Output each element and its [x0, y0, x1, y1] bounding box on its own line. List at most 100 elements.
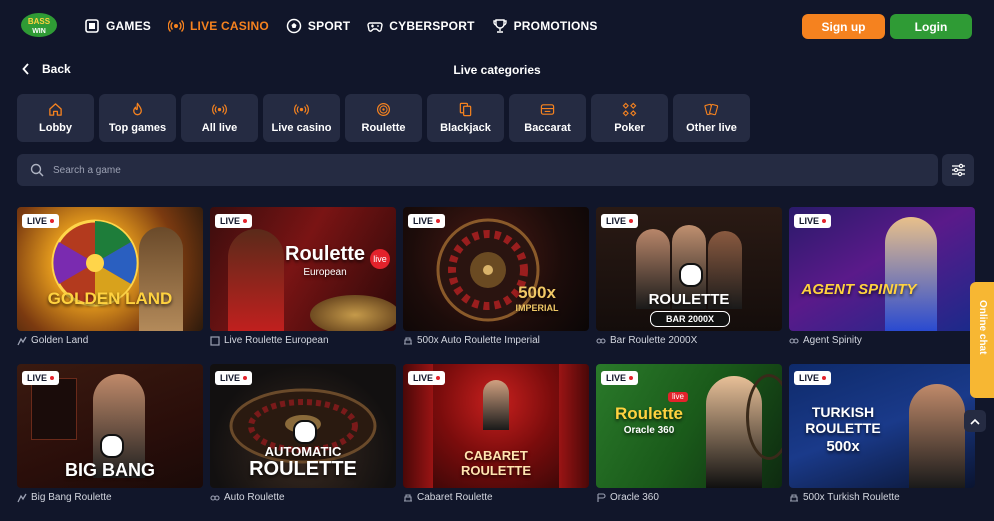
live-badge-label: LIVE: [413, 373, 434, 383]
host-figure: [885, 217, 937, 331]
game-art-title: AGENT SPINITY: [801, 281, 917, 298]
chevron-left-icon: [22, 63, 29, 75]
card-fan-icon: [704, 103, 719, 116]
scroll-top-button[interactable]: [964, 410, 986, 432]
broadcast-icon: [212, 104, 227, 115]
search-input[interactable]: [51, 163, 915, 177]
nav-cybersport[interactable]: CYBERSPORT: [367, 18, 474, 34]
category-label: Baccarat: [524, 122, 571, 134]
category-all-live[interactable]: All live: [181, 94, 258, 142]
live-dot-icon: [50, 219, 55, 223]
game-title[interactable]: Agent Spinity: [789, 335, 862, 346]
game-thumbnail[interactable]: AUTOMATIC ROULETTE LIVE: [210, 364, 396, 488]
filter-button[interactable]: [942, 154, 974, 186]
game-card[interactable]: Roulette European live LIVE Live Roulett…: [210, 207, 396, 364]
nav-games[interactable]: GAMES: [84, 18, 151, 34]
category-other-live[interactable]: Other live: [673, 94, 750, 142]
live-dot-icon: [629, 219, 634, 223]
game-title[interactable]: Auto Roulette: [210, 492, 285, 503]
live-badge-label: LIVE: [799, 373, 820, 383]
games-icon: [85, 19, 99, 33]
game-title-label: Big Bang Roulette: [31, 492, 112, 503]
game-thumbnail[interactable]: TURKISH ROULETTE 500x LIVE: [789, 364, 975, 488]
game-thumbnail[interactable]: CABARET ROULETTE LIVE: [403, 364, 589, 488]
game-title[interactable]: Oracle 360: [596, 492, 659, 503]
category-poker[interactable]: Poker: [591, 94, 668, 142]
trophy-icon: [492, 19, 507, 33]
game-title[interactable]: 500x Auto Roulette Imperial: [403, 335, 540, 346]
signup-button[interactable]: Sign up: [802, 14, 885, 39]
live-badge-label: LIVE: [413, 216, 434, 226]
game-thumbnail[interactable]: ROULETTE BAR 2000X LIVE: [596, 207, 782, 331]
home-icon: [49, 103, 62, 116]
game-card[interactable]: AGENT SPINITY LIVE Agent Spinity: [789, 207, 975, 364]
nav-sport[interactable]: SPORT: [286, 18, 350, 34]
live-badge: LIVE: [215, 214, 253, 228]
game-card[interactable]: AUTOMATIC ROULETTE LIVE Auto Roulette: [210, 364, 396, 521]
game-art-title: GOLDEN LAND: [47, 289, 173, 308]
live-dot-icon: [243, 219, 248, 223]
svg-text:BASS: BASS: [28, 17, 51, 26]
login-button[interactable]: Login: [890, 14, 972, 39]
game-thumbnail[interactable]: BIG BANG LIVE: [17, 364, 203, 488]
category-top-games[interactable]: Top games: [99, 94, 176, 142]
category-lobby[interactable]: Lobby: [17, 94, 94, 142]
game-card[interactable]: TURKISH ROULETTE 500x LIVE 500x Turkish …: [789, 364, 975, 521]
roulette-emblem-icon: [100, 434, 124, 458]
game-art-subtitle: IMPERIAL: [515, 303, 559, 313]
game-card[interactable]: BIG BANG LIVE Big Bang Roulette: [17, 364, 203, 521]
provider-icon: [210, 335, 220, 346]
game-title[interactable]: 500x Turkish Roulette: [789, 492, 900, 503]
game-card[interactable]: 500x IMPERIAL LIVE 500x Auto Roulette Im…: [403, 207, 589, 364]
nav-cybersport-label: CYBERSPORT: [389, 19, 475, 33]
main-nav: GAMES LIVE CASINO SPORT CYBERSPORT PROMO…: [84, 0, 615, 52]
provider-icon: [789, 337, 799, 344]
live-dot-icon: [243, 376, 248, 380]
game-thumbnail[interactable]: GOLDEN LAND LIVE: [17, 207, 203, 331]
live-badge: LIVE: [215, 371, 253, 385]
game-thumbnail[interactable]: AGENT SPINITY LIVE: [789, 207, 975, 331]
category-baccarat[interactable]: Baccarat: [509, 94, 586, 142]
nav-live-casino[interactable]: LIVE CASINO: [168, 18, 269, 34]
online-chat-tab[interactable]: Online chat: [970, 282, 994, 398]
game-title[interactable]: Live Roulette European: [210, 335, 329, 346]
game-thumbnail[interactable]: Roulette European live LIVE: [210, 207, 396, 331]
game-card[interactable]: Roulette Oracle 360 live LIVE Oracle 360: [596, 364, 782, 521]
game-art-title: ROULETTE: [648, 291, 730, 308]
brand-logo[interactable]: BASS WIN: [20, 12, 58, 38]
game-title[interactable]: Big Bang Roulette: [17, 492, 112, 503]
game-title[interactable]: Cabaret Roulette: [403, 492, 493, 503]
nav-promotions[interactable]: PROMOTIONS: [492, 18, 598, 34]
host-figure: [139, 227, 183, 331]
category-label: Top games: [108, 122, 167, 134]
roulette-icon: [376, 102, 391, 117]
game-thumbnail[interactable]: Roulette Oracle 360 live LIVE: [596, 364, 782, 488]
game-title[interactable]: Bar Roulette 2000X: [596, 335, 697, 346]
category-roulette[interactable]: Roulette: [345, 94, 422, 142]
game-art-title: 500x: [518, 283, 556, 302]
live-dot-icon: [822, 219, 827, 223]
game-title-label: Agent Spinity: [803, 335, 862, 346]
category-label: Poker: [614, 122, 645, 134]
host-figure: [228, 229, 284, 331]
game-art-subtitle: BAR 2000X: [650, 311, 730, 327]
provider-icon: [404, 493, 412, 502]
game-art-title: TURKISH ROULETTE: [805, 404, 881, 436]
category-blackjack[interactable]: Blackjack: [427, 94, 504, 142]
host-figure: [483, 380, 509, 430]
game-art-subtitle: European: [303, 267, 347, 278]
live-badge-label: LIVE: [606, 373, 627, 383]
provider-icon: [790, 493, 798, 502]
category-live-casino[interactable]: Live casino: [263, 94, 340, 142]
game-thumbnail[interactable]: 500x IMPERIAL LIVE: [403, 207, 589, 331]
game-card[interactable]: GOLDEN LAND LIVE Golden Land: [17, 207, 203, 364]
game-card[interactable]: ROULETTE BAR 2000X LIVE Bar Roulette 200…: [596, 207, 782, 364]
game-card[interactable]: CABARET ROULETTE LIVE Cabaret Roulette: [403, 364, 589, 521]
game-title[interactable]: Golden Land: [17, 335, 88, 346]
category-bar: Lobby Top games All live Live casino Rou…: [17, 94, 750, 142]
game-title-label: Golden Land: [31, 335, 89, 346]
live-badge: LIVE: [22, 371, 60, 385]
game-art-title: AUTOMATIC: [264, 444, 342, 459]
back-button[interactable]: Back: [22, 62, 71, 76]
ball-icon: [286, 18, 302, 34]
